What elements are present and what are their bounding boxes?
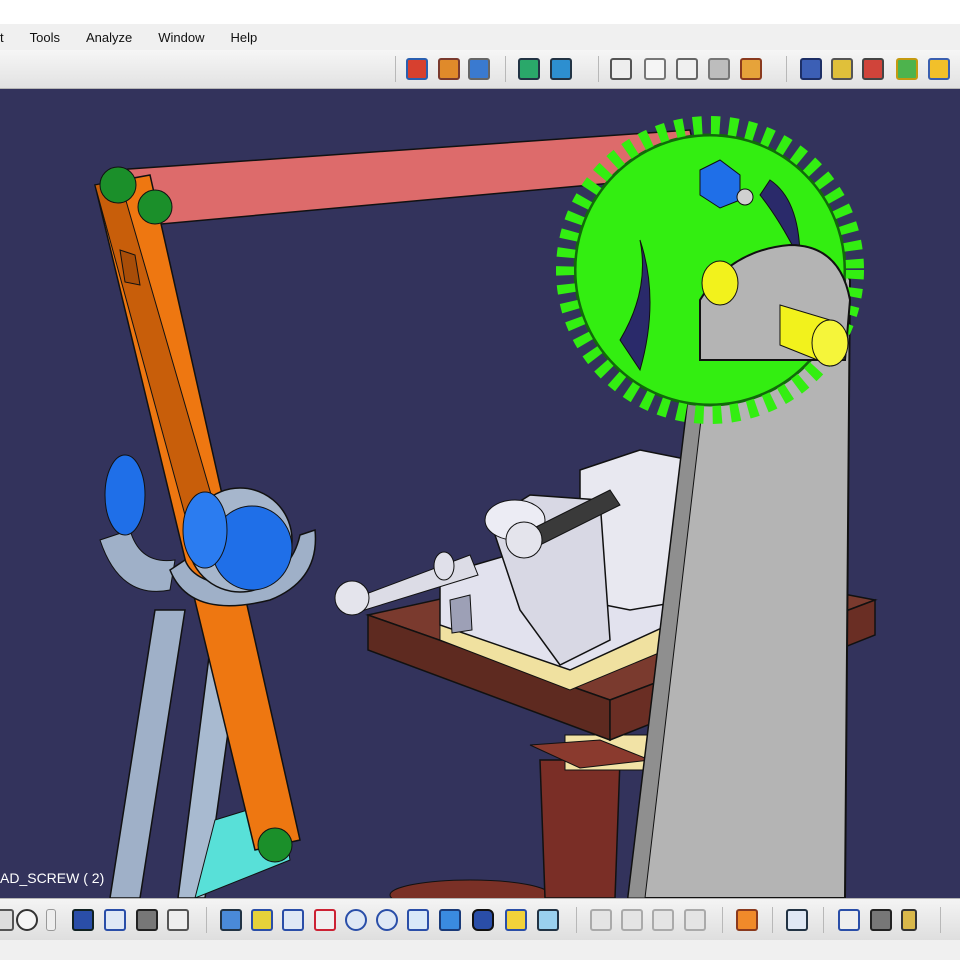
snapshot-3d-icon[interactable] xyxy=(708,58,730,80)
handle-collar xyxy=(433,551,455,581)
hierarchy-icon[interactable] xyxy=(167,909,189,931)
copy-icon[interactable] xyxy=(684,909,706,931)
text-annotation-icon[interactable] xyxy=(644,58,666,80)
shading-icon[interactable] xyxy=(472,909,494,931)
toolbar-separator xyxy=(722,907,723,933)
toolbar-separator xyxy=(823,907,824,933)
dimension-icon[interactable] xyxy=(838,909,860,931)
saddle-back xyxy=(99,529,176,592)
fly-icon[interactable] xyxy=(220,909,242,931)
toolbar-separator xyxy=(505,56,506,82)
pin-yellow-front xyxy=(811,319,849,367)
pan-icon[interactable] xyxy=(282,909,304,931)
info-icon[interactable] xyxy=(46,909,56,931)
pin-yellow-back xyxy=(701,260,739,306)
clash-icon[interactable] xyxy=(518,58,540,80)
fit-all-icon[interactable] xyxy=(251,909,273,931)
rotate-icon[interactable] xyxy=(314,909,336,931)
bottom-toolbar xyxy=(0,898,960,941)
weld-icon[interactable] xyxy=(740,58,762,80)
top-toolbar xyxy=(0,50,960,89)
replay-icon[interactable] xyxy=(862,58,884,80)
gear-bolt-end xyxy=(736,188,754,206)
status-bar xyxy=(0,940,960,960)
menu-edit-partial[interactable]: t xyxy=(0,30,17,45)
fix-icon[interactable] xyxy=(896,58,918,80)
table-icon[interactable] xyxy=(72,909,94,931)
copy-icon[interactable] xyxy=(652,909,674,931)
fly-mode-icon[interactable] xyxy=(0,909,14,931)
paste-icon[interactable] xyxy=(621,909,643,931)
pedestal-base xyxy=(389,879,551,898)
sparkle-icon[interactable] xyxy=(928,58,950,80)
zoom-out-icon[interactable] xyxy=(376,909,398,931)
measure-between-icon[interactable] xyxy=(610,58,632,80)
catalog-icon[interactable] xyxy=(468,58,490,80)
menu-window[interactable]: Window xyxy=(145,30,217,45)
zoom-in-icon[interactable] xyxy=(345,909,367,931)
menu-bar: t Tools Analyze Window Help xyxy=(0,24,960,50)
vise-slot xyxy=(449,594,473,634)
roller-back xyxy=(104,454,146,536)
simulation-icon[interactable] xyxy=(800,58,822,80)
tree-expand-icon[interactable] xyxy=(104,909,126,931)
capture-icon[interactable] xyxy=(736,909,758,931)
handle-knob-left xyxy=(334,580,370,616)
lock-icon[interactable] xyxy=(136,909,158,931)
pin-top-left xyxy=(99,166,137,204)
iso-view-icon[interactable] xyxy=(439,909,461,931)
menu-help[interactable]: Help xyxy=(217,30,270,45)
tree-node-label[interactable]: AD_SCREW ( 2) xyxy=(0,870,104,886)
sectioning-icon[interactable] xyxy=(550,58,572,80)
pin-bottom xyxy=(257,827,293,863)
compile-simulation-icon[interactable] xyxy=(831,58,853,80)
menu-tools[interactable]: Tools xyxy=(17,30,73,45)
toolbar-separator xyxy=(395,56,396,82)
toolbar-separator xyxy=(598,56,599,82)
handle-knob-right xyxy=(505,521,543,559)
update-icon[interactable] xyxy=(786,909,808,931)
assembly-scene xyxy=(94,116,878,898)
left-leg-back xyxy=(109,609,186,898)
roller-front-side xyxy=(182,491,228,569)
pin-bar-joint xyxy=(137,189,173,225)
mechanism-icon[interactable] xyxy=(438,58,460,80)
table-column xyxy=(539,759,621,898)
flag-note-icon[interactable] xyxy=(676,58,698,80)
hide-show-icon[interactable] xyxy=(505,909,527,931)
toolbar-separator xyxy=(772,907,773,933)
swap-space-icon[interactable] xyxy=(537,909,559,931)
battery-icon[interactable] xyxy=(901,909,917,931)
normal-view-icon[interactable] xyxy=(407,909,429,931)
3d-viewport[interactable]: AD_SCREW ( 2) xyxy=(0,89,960,898)
toolbar-separator xyxy=(576,907,577,933)
product-structure-icon[interactable] xyxy=(406,58,428,80)
menu-analyze[interactable]: Analyze xyxy=(73,30,145,45)
comment-icon[interactable] xyxy=(16,909,38,931)
toolbar-separator xyxy=(206,907,207,933)
properties-icon[interactable] xyxy=(870,909,892,931)
toolbar-separator xyxy=(940,907,941,933)
cut-icon[interactable] xyxy=(590,909,612,931)
toolbar-separator xyxy=(786,56,787,82)
